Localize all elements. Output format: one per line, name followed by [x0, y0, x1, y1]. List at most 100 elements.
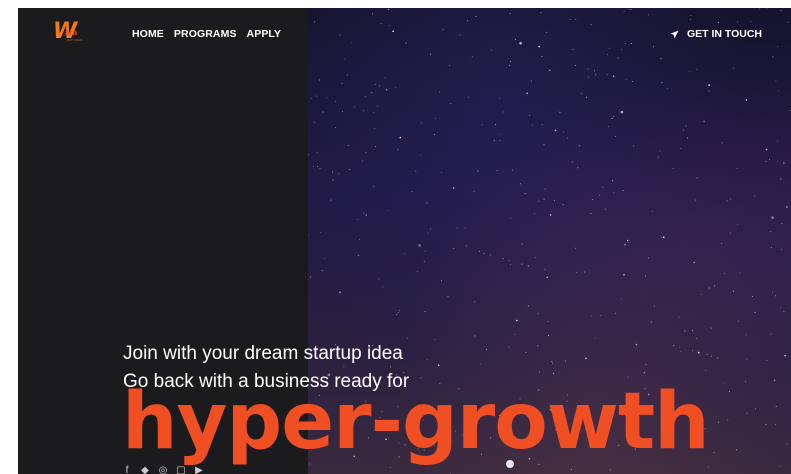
star: [554, 129, 557, 132]
nav-home-link[interactable]: HOME: [132, 28, 164, 40]
star: [544, 188, 546, 190]
star: [499, 139, 501, 141]
star: [633, 145, 635, 147]
star: [474, 335, 476, 337]
star: [322, 111, 324, 113]
star: [493, 140, 495, 141]
star: [395, 87, 397, 88]
star: [615, 312, 617, 314]
main-menu: HOME PROGRAMS APPLY: [132, 28, 281, 40]
nav-programs-link[interactable]: PROGRAMS: [174, 28, 237, 40]
star: [786, 206, 788, 208]
twitter-icon[interactable]: ◆: [140, 466, 150, 474]
star: [703, 120, 705, 123]
star: [598, 194, 600, 196]
star: [721, 242, 723, 244]
star: [377, 105, 379, 107]
star: [746, 412, 748, 414]
star: [687, 137, 689, 139]
star: [713, 452, 715, 453]
star: [784, 354, 786, 357]
star: [397, 311, 399, 313]
star: [537, 313, 539, 315]
star: [577, 167, 579, 169]
star: [477, 170, 479, 172]
star: [434, 338, 436, 340]
star: [382, 286, 384, 288]
star: [583, 271, 585, 273]
star: [364, 96, 366, 97]
star: [651, 211, 653, 212]
star: [311, 97, 312, 99]
star: [547, 320, 549, 322]
star: [433, 133, 435, 135]
star: [682, 129, 684, 131]
star: [700, 293, 702, 295]
star: [566, 137, 568, 139]
star: [339, 291, 341, 294]
star: [708, 84, 710, 86]
brand-logo[interactable]: W ara VENTURES: [53, 21, 89, 45]
star: [735, 449, 737, 451]
star: [765, 424, 767, 426]
star: [781, 248, 783, 250]
star: [635, 343, 638, 346]
star: [373, 111, 375, 113]
facebook-icon[interactable]: f: [122, 466, 132, 474]
star: [332, 179, 334, 181]
hero-line-1: Join with your dream startup idea: [123, 343, 403, 364]
nav-apply-link[interactable]: APPLY: [247, 28, 282, 40]
star: [499, 97, 501, 99]
star: [314, 121, 315, 123]
star: [770, 231, 772, 233]
star: [335, 101, 337, 102]
star: [437, 364, 440, 367]
star: [775, 405, 777, 407]
star: [375, 145, 377, 147]
star: [612, 75, 615, 77]
star: [766, 359, 768, 361]
page-frame: W ara VENTURES HOME PROGRAMS APPLY GET I…: [18, 8, 791, 474]
star: [661, 82, 663, 84]
get-in-touch-button[interactable]: GET IN TOUCH: [670, 28, 762, 40]
star: [404, 253, 406, 255]
star: [678, 316, 680, 318]
star: [440, 171, 442, 173]
star: [786, 443, 788, 445]
star: [622, 189, 624, 191]
star: [685, 125, 687, 127]
star: [714, 285, 715, 287]
star: [717, 357, 719, 359]
star: [576, 271, 578, 273]
logo-tagline: VENTURES: [66, 38, 83, 42]
paper-plane-icon: [670, 29, 679, 39]
star: [411, 190, 413, 192]
star: [435, 117, 436, 119]
star: [613, 115, 614, 117]
star: [722, 383, 724, 385]
star: [645, 363, 647, 365]
youtube-icon[interactable]: ▶: [194, 466, 204, 474]
star: [420, 122, 422, 124]
star: [508, 260, 510, 261]
star: [696, 68, 698, 70]
star: [625, 79, 627, 81]
star: [737, 320, 739, 322]
star: [588, 76, 590, 78]
star: [508, 346, 510, 348]
star: [529, 114, 531, 116]
star: [659, 150, 661, 152]
star: [534, 212, 536, 214]
linkedin-icon[interactable]: ▢: [176, 466, 186, 474]
star: [745, 380, 747, 382]
star: [543, 144, 545, 146]
instagram-icon[interactable]: ◎: [158, 466, 168, 474]
star: [361, 160, 363, 162]
star: [553, 200, 555, 202]
star: [424, 250, 426, 252]
star: [728, 391, 730, 393]
star: [549, 214, 552, 216]
star: [486, 349, 487, 351]
star: [450, 103, 452, 105]
star: [773, 379, 776, 382]
